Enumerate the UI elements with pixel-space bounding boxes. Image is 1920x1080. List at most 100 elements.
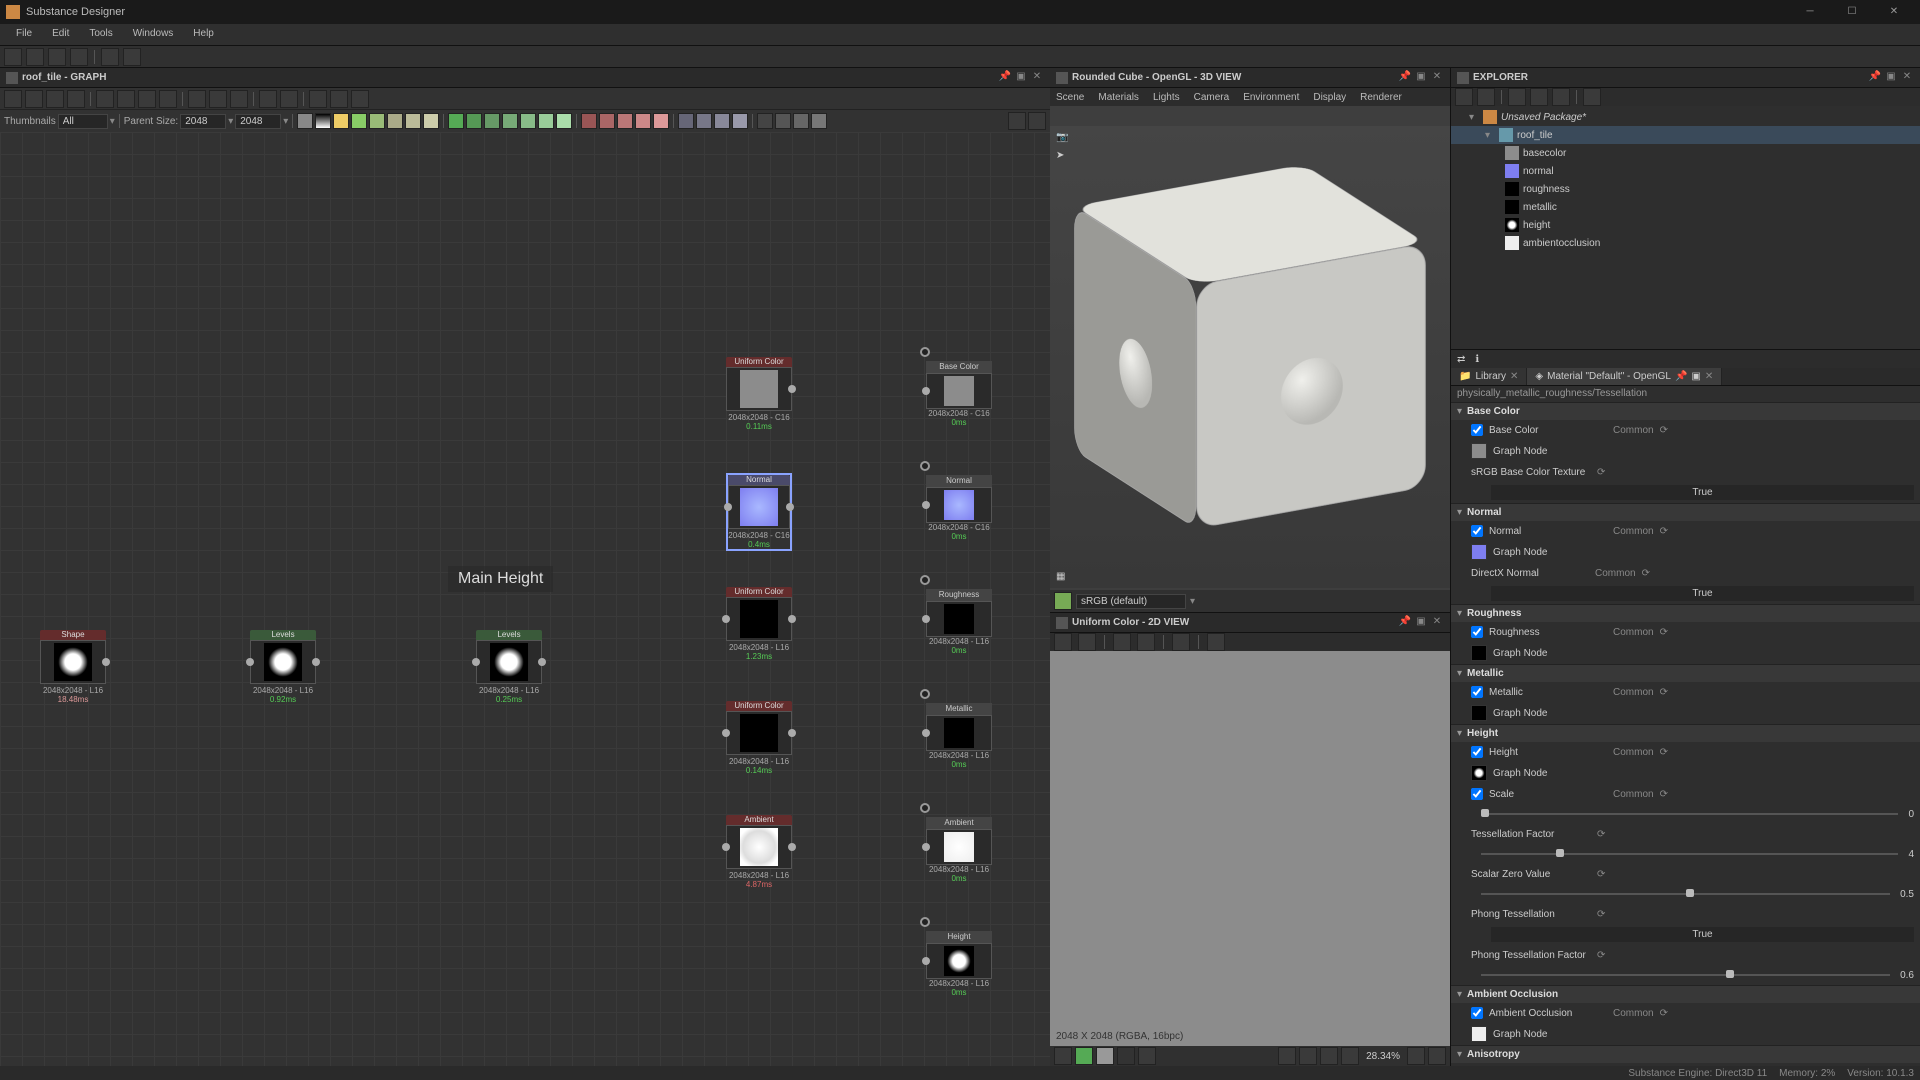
- tab-close-icon[interactable]: ✕: [1705, 371, 1713, 382]
- node-shape[interactable]: Shape 2048x2048 - L16 18.48ms: [40, 630, 106, 704]
- info-icon[interactable]: [188, 90, 206, 108]
- explorer-new-icon[interactable]: [1508, 88, 1526, 106]
- tree-output-roughness[interactable]: roughness: [1451, 180, 1920, 198]
- props-info-icon[interactable]: ℹ: [1475, 354, 1479, 365]
- menu-edit[interactable]: Edit: [42, 24, 79, 45]
- node-dirblur-swatch[interactable]: [484, 113, 500, 129]
- node-levels-1[interactable]: Levels 2048x2048 - L16 0.92ms: [250, 630, 316, 704]
- node-curve2-swatch[interactable]: [520, 113, 536, 129]
- align-left-icon[interactable]: [96, 90, 114, 108]
- param-szv-slider[interactable]: 0.5: [1451, 884, 1920, 904]
- reset-icon[interactable]: ⟳: [1597, 909, 1605, 920]
- view3d-canvas[interactable]: 📷 ➤ ▦: [1050, 126, 1450, 588]
- parentsize-h-input[interactable]: [235, 114, 281, 129]
- view3d-popout-icon[interactable]: ▣: [1414, 71, 1428, 85]
- node-levels-2[interactable]: Levels 2048x2048 - L16 0.25ms: [476, 630, 542, 704]
- reset-icon[interactable]: ⟳: [1642, 568, 1650, 579]
- target-icon[interactable]: [1299, 1047, 1317, 1065]
- ruler-icon[interactable]: [1278, 1047, 1296, 1065]
- node-uniformcolor-2[interactable]: Uniform Color 2048x2048 - L16 1.23ms: [726, 587, 792, 661]
- reset-icon[interactable]: ⟳: [1597, 467, 1605, 478]
- bg-black-icon[interactable]: [1117, 1047, 1135, 1065]
- param-basecolor-toggle[interactable]: [1471, 424, 1483, 436]
- group-normal-header[interactable]: ▾Normal: [1451, 503, 1920, 521]
- crosshair-icon[interactable]: [1320, 1047, 1338, 1065]
- reset-icon[interactable]: ⟳: [1660, 627, 1668, 638]
- output-dot-height[interactable]: [920, 917, 930, 927]
- node-pixelproc-swatch[interactable]: [423, 113, 439, 129]
- frame-icon[interactable]: [309, 90, 327, 108]
- param-height-toggle[interactable]: [1471, 746, 1483, 758]
- param-scale-slider[interactable]: 0: [1451, 804, 1920, 824]
- explorer-popout-icon[interactable]: ▣: [1884, 71, 1898, 85]
- menu-tools[interactable]: Tools: [79, 24, 122, 45]
- node-dirwarp-swatch[interactable]: [538, 113, 554, 129]
- param-basecolor-graphnode[interactable]: Graph Node: [1451, 440, 1920, 462]
- output-dot-basecolor[interactable]: [920, 347, 930, 357]
- properties-breadcrumb[interactable]: physically_metallic_roughness/Tessellati…: [1451, 386, 1920, 402]
- node-input-swatch[interactable]: [811, 113, 827, 129]
- node-normal-swatch[interactable]: [678, 113, 694, 129]
- snapshot-icon[interactable]: [25, 90, 43, 108]
- node-material-swatch[interactable]: [775, 113, 791, 129]
- node-sharpen-swatch[interactable]: [696, 113, 712, 129]
- pin-icon[interactable]: [351, 90, 369, 108]
- view2d-open-icon[interactable]: [1054, 633, 1072, 651]
- output-ao[interactable]: Ambient Occlusion 2048x2048 - L16 0ms: [926, 817, 992, 883]
- view3d-menu-materials[interactable]: Materials: [1098, 92, 1139, 103]
- reset-icon[interactable]: ⟳: [1597, 869, 1605, 880]
- link-icon[interactable]: [230, 90, 248, 108]
- node-blur-swatch[interactable]: [466, 113, 482, 129]
- graph-pin-icon[interactable]: 📌: [998, 71, 1012, 85]
- channel-rgb-icon[interactable]: [1075, 1047, 1093, 1065]
- output-metallic[interactable]: Metallic 2048x2048 - L16 0ms: [926, 703, 992, 769]
- menu-windows[interactable]: Windows: [123, 24, 184, 45]
- checker-icon[interactable]: [1054, 1047, 1072, 1065]
- output-height[interactable]: Height 2048x2048 - L16 0ms: [926, 931, 992, 997]
- tree-output-normal[interactable]: normal: [1451, 162, 1920, 180]
- reset-icon[interactable]: ⟳: [1660, 789, 1668, 800]
- explorer-save-icon[interactable]: [1455, 88, 1473, 106]
- explorer-import-icon[interactable]: [1530, 88, 1548, 106]
- reset-icon[interactable]: ⟳: [1660, 526, 1668, 537]
- reset-icon[interactable]: ⟳: [1597, 950, 1605, 961]
- align-h-icon[interactable]: [117, 90, 135, 108]
- camera-icon[interactable]: 📷: [1056, 132, 1068, 143]
- node-transform-swatch[interactable]: [714, 113, 730, 129]
- open-icon[interactable]: [48, 48, 66, 66]
- node-blend-swatch[interactable]: [448, 113, 464, 129]
- graph-view-opt2-icon[interactable]: [1028, 112, 1046, 130]
- tree-package[interactable]: ▾ Unsaved Package*: [1451, 108, 1920, 126]
- output-roughness[interactable]: Roughness 2048x2048 - L16 0ms: [926, 589, 992, 655]
- tab-pin-icon[interactable]: 📌: [1675, 371, 1687, 382]
- view2d-popout-icon[interactable]: ▣: [1414, 616, 1428, 630]
- param-scale-toggle[interactable]: [1471, 788, 1483, 800]
- group-basecolor-header[interactable]: ▾Base Color: [1451, 402, 1920, 420]
- parentsize-w-input[interactable]: [180, 114, 226, 129]
- timer-icon[interactable]: [209, 90, 227, 108]
- node-shape-swatch[interactable]: [351, 113, 367, 129]
- shader-icon[interactable]: [1054, 592, 1072, 610]
- align-v-icon[interactable]: [159, 90, 177, 108]
- window-maximize-button[interactable]: ☐: [1832, 2, 1872, 22]
- node-uniformcolor-swatch[interactable]: [297, 113, 313, 129]
- param-roughness-toggle[interactable]: [1471, 626, 1483, 638]
- view2d-copy-icon[interactable]: [1113, 633, 1131, 651]
- param-normal-graphnode[interactable]: Graph Node: [1451, 541, 1920, 563]
- comment-icon[interactable]: [330, 90, 348, 108]
- view2d-pin-icon[interactable]: 📌: [1398, 616, 1412, 630]
- param-ao-toggle[interactable]: [1471, 1007, 1483, 1019]
- group-height-header[interactable]: ▾Height: [1451, 724, 1920, 742]
- param-phongf-slider[interactable]: 0.6: [1451, 965, 1920, 985]
- refresh-icon[interactable]: [67, 90, 85, 108]
- reset-icon[interactable]: ⟳: [1660, 687, 1668, 698]
- view3d-menu-lights[interactable]: Lights: [1153, 92, 1180, 103]
- explorer-pin-icon[interactable]: 📌: [1868, 71, 1882, 85]
- node-gradientmap-swatch[interactable]: [599, 113, 615, 129]
- properties-scroll[interactable]: ▾Base Color Base Color Common ⟳ Graph No…: [1451, 402, 1920, 1066]
- node-warp-swatch[interactable]: [732, 113, 748, 129]
- thumbnails-select[interactable]: [58, 114, 108, 129]
- view2d-info-icon[interactable]: [1172, 633, 1190, 651]
- output-normal[interactable]: Normal 2048x2048 - C16 0ms: [926, 475, 992, 541]
- param-tess-slider[interactable]: 4: [1451, 844, 1920, 864]
